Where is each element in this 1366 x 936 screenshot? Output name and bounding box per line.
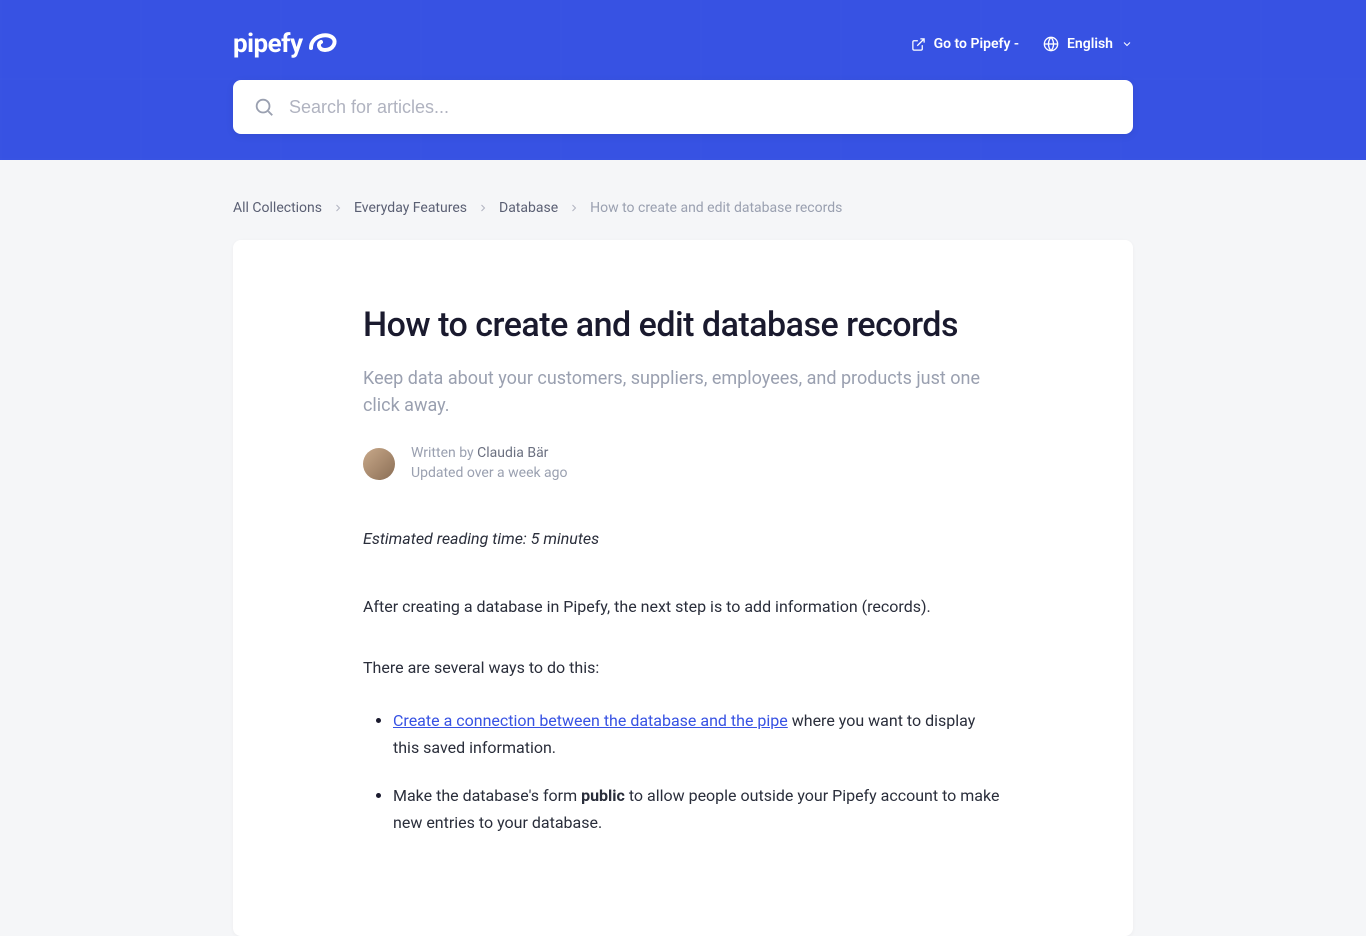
language-label: English: [1067, 36, 1113, 52]
go-to-pipefy-link[interactable]: Go to Pipefy -: [911, 36, 1019, 52]
list-item-text: Make the database's form: [393, 786, 581, 805]
brand-swirl-icon: [307, 28, 339, 60]
list-item: Make the database's form public to allow…: [393, 782, 1003, 836]
written-by-prefix: Written by: [411, 445, 477, 461]
article-card: How to create and edit database records …: [233, 240, 1133, 936]
list-item: Create a connection between the database…: [393, 707, 1003, 761]
reading-time: Estimated reading time: 5 minutes: [363, 529, 1003, 548]
search-input[interactable]: [289, 97, 1113, 118]
list-item-bold: public: [581, 786, 625, 805]
external-link-icon: [911, 37, 926, 52]
article-subtitle: Keep data about your customers, supplier…: [363, 365, 1003, 421]
breadcrumb-link-all-collections[interactable]: All Collections: [233, 200, 322, 216]
updated-label: Updated over a week ago: [411, 464, 568, 484]
search-icon: [253, 96, 275, 118]
chevron-right-icon: [332, 202, 344, 214]
breadcrumb-link-everyday-features[interactable]: Everyday Features: [354, 200, 467, 216]
author-avatar: [363, 448, 395, 480]
article-intro: After creating a database in Pipefy, the…: [363, 594, 1003, 620]
author-name: Claudia Bär: [477, 445, 548, 461]
brand-name: pipefy: [233, 29, 303, 59]
breadcrumb: All Collections Everyday Features Databa…: [233, 200, 1133, 216]
article-byline: Written by Claudia Bär Updated over a we…: [363, 444, 1003, 483]
brand-logo[interactable]: pipefy: [233, 28, 339, 60]
breadcrumb-link-database[interactable]: Database: [499, 200, 558, 216]
connection-link[interactable]: Create a connection between the database…: [393, 711, 788, 730]
chevron-right-icon: [477, 202, 489, 214]
chevron-right-icon: [568, 202, 580, 214]
article-title: How to create and edit database records: [363, 304, 1003, 347]
chevron-down-icon: [1121, 38, 1133, 50]
search-bar[interactable]: [233, 80, 1133, 134]
globe-icon: [1043, 36, 1059, 52]
go-to-pipefy-label: Go to Pipefy -: [934, 36, 1019, 52]
language-picker[interactable]: English: [1043, 36, 1133, 52]
breadcrumb-current: How to create and edit database records: [590, 200, 842, 216]
article-lead-in: There are several ways to do this:: [363, 655, 1003, 681]
